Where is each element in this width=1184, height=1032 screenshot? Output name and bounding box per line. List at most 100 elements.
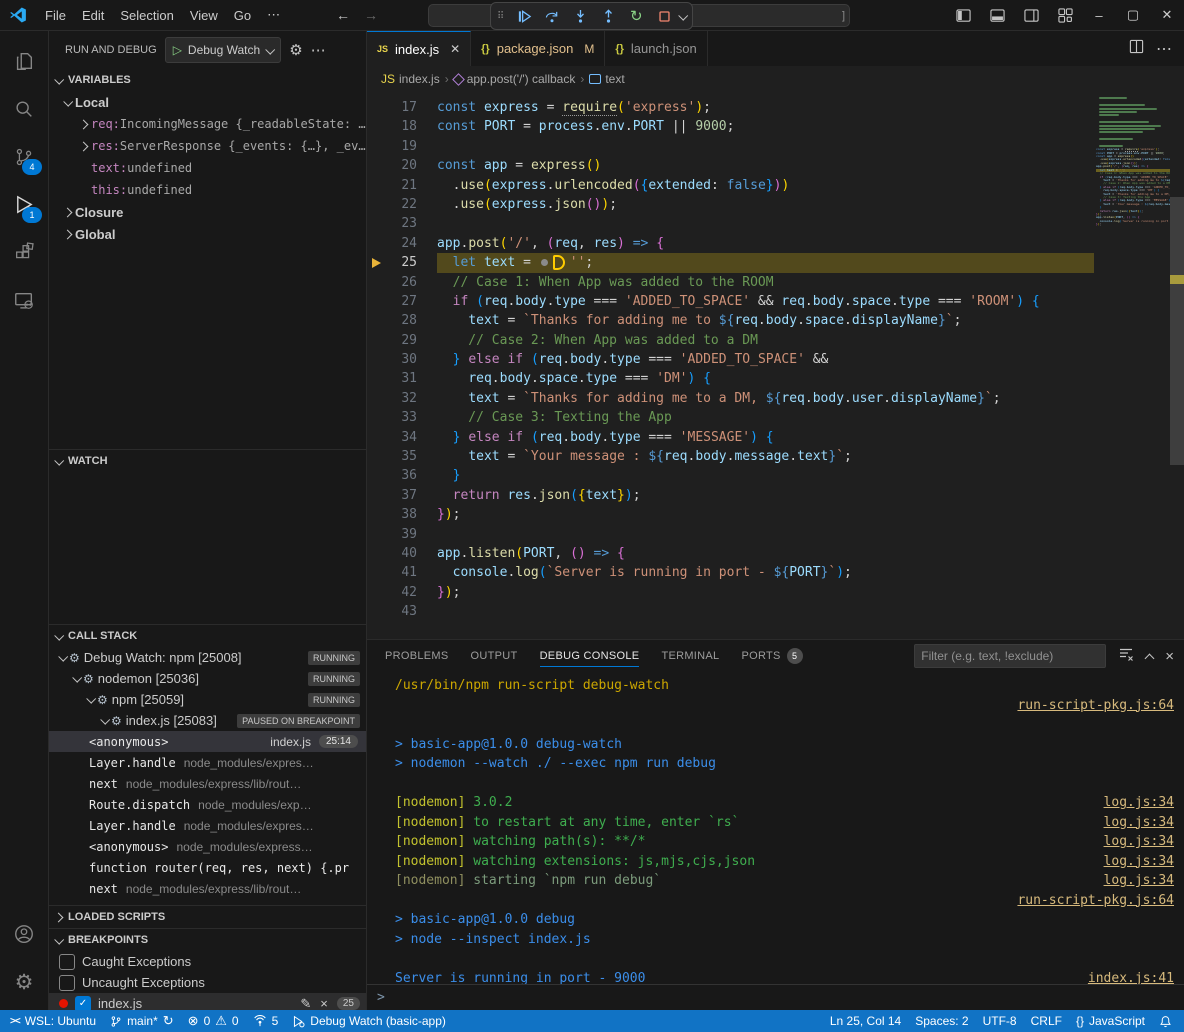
variable-row[interactable]: text: undefined <box>49 157 366 179</box>
toggle-panel-icon[interactable] <box>980 0 1014 30</box>
close-tab-icon[interactable]: ✕ <box>450 42 460 56</box>
console-filter-input[interactable] <box>914 644 1106 668</box>
continue-button[interactable] <box>515 7 533 25</box>
close-button[interactable]: ✕ <box>1150 0 1184 30</box>
debug-session-row[interactable]: ⚙Debug Watch: npm [25008]RUNNING <box>49 647 366 668</box>
code-line[interactable]: 33 // Case 3: Texting the App <box>367 408 1094 427</box>
debug-console-output[interactable]: /usr/bin/npm run-script debug-watchrun-s… <box>367 672 1184 984</box>
sidebar-item-source-control[interactable]: 4 <box>0 133 48 181</box>
debug-session-row[interactable]: ⚙npm [25059]RUNNING <box>49 689 366 710</box>
source-link[interactable]: index.js:41 <box>1088 969 1174 985</box>
breakpoint-gutter[interactable] <box>367 466 385 485</box>
menu-item-file[interactable]: File <box>37 5 74 26</box>
code-line[interactable]: 21 .use(express.urlencoded({extended: fa… <box>367 176 1094 195</box>
debug-session-row[interactable]: ⚙index.js [25083]PAUSED ON BREAKPOINT <box>49 710 366 731</box>
breakpoint-gutter[interactable] <box>367 214 385 233</box>
encoding-status[interactable]: UTF-8 <box>976 1010 1024 1032</box>
breakpoint-checkbox[interactable] <box>59 954 75 970</box>
panel-tab-output[interactable]: OUTPUT <box>471 640 518 672</box>
source-link[interactable]: log.js:34 <box>1104 832 1174 852</box>
code-line[interactable]: 43 <box>367 602 1094 621</box>
source-link[interactable]: run-script-pkg.js:64 <box>1017 891 1174 911</box>
debug-session-status[interactable]: Debug Watch (basic-app) <box>285 1010 453 1032</box>
breakpoint-gutter[interactable] <box>367 408 385 427</box>
variable-row[interactable]: req: IncomingMessage {_readableState: … <box>49 113 366 135</box>
breakpoints-pane-header[interactable]: BREAKPOINTS <box>49 929 366 951</box>
code-line[interactable]: 27 if (req.body.type === 'ADDED_TO_SPACE… <box>367 292 1094 311</box>
breakpoint-row[interactable]: Caught Exceptions <box>49 951 366 972</box>
start-debugging-icon[interactable]: ▷ <box>173 43 182 57</box>
source-link[interactable]: log.js:34 <box>1104 813 1174 833</box>
go-back-icon[interactable]: ← <box>336 7 350 23</box>
variables-pane-header[interactable]: VARIABLES <box>49 69 366 91</box>
breakpoint-gutter[interactable] <box>367 428 385 447</box>
breakpoint-gutter[interactable] <box>367 486 385 505</box>
code-line[interactable]: 30 } else if (req.body.type === 'ADDED_T… <box>367 350 1094 369</box>
code-line[interactable]: 22 .use(express.json()); <box>367 195 1094 214</box>
breakpoint-gutter[interactable] <box>367 583 385 602</box>
tab-index.js[interactable]: JSindex.js✕ <box>367 31 471 66</box>
indentation-status[interactable]: Spaces: 2 <box>908 1010 975 1032</box>
restart-button[interactable]: ↻ <box>627 7 645 25</box>
code-line[interactable]: 28 text = `Thanks for adding me to ${req… <box>367 311 1094 330</box>
editor-scrollbar[interactable] <box>1170 92 1184 639</box>
code-line[interactable]: 31 req.body.space.type === 'DM') { <box>367 369 1094 388</box>
git-branch-status[interactable]: main* ↻ <box>103 1010 181 1032</box>
breakpoint-gutter[interactable] <box>367 544 385 563</box>
panel-tab-ports[interactable]: PORTS5 <box>741 640 802 672</box>
clear-console-icon[interactable] <box>1118 646 1134 667</box>
split-editor-icon[interactable] <box>1129 39 1144 59</box>
maximize-panel-icon[interactable] <box>1145 653 1155 663</box>
variables-scope-row[interactable]: Local <box>49 91 366 113</box>
edit-breakpoint-icon[interactable]: ✎ <box>300 996 311 1011</box>
breakpoint-gutter[interactable] <box>367 156 385 175</box>
tab-launch.json[interactable]: {}launch.json <box>605 31 707 66</box>
variables-scope-row[interactable]: Closure <box>49 201 366 223</box>
step-out-button[interactable] <box>599 7 617 25</box>
call-stack-frame[interactable]: <anonymous>node_modules/express… <box>49 836 366 857</box>
code-line[interactable]: 36 } <box>367 466 1094 485</box>
breadcrumb-item[interactable]: app.post('/') callback <box>454 72 576 86</box>
breakpoint-checkbox[interactable] <box>59 975 75 991</box>
menu-item-view[interactable]: View <box>182 5 226 26</box>
code-line[interactable]: 34 } else if (req.body.type === 'MESSAGE… <box>367 428 1094 447</box>
debug-console-input[interactable]: > <box>367 984 1184 1010</box>
breakpoint-row[interactable]: ✓index.js✎×25 <box>49 993 366 1010</box>
cursor-position[interactable]: Ln 25, Col 14 <box>823 1010 908 1032</box>
notifications-bell[interactable] <box>1152 1010 1184 1032</box>
breakpoint-gutter[interactable] <box>367 505 385 524</box>
call-stack-frame[interactable]: nextnode_modules/express/lib/rout… <box>49 773 366 794</box>
account-icon[interactable] <box>0 910 48 958</box>
stop-button[interactable] <box>655 7 673 25</box>
scrollbar-slider[interactable] <box>1170 197 1184 465</box>
breakpoint-gutter[interactable] <box>367 525 385 544</box>
code-line[interactable]: 37 return res.json({text}); <box>367 486 1094 505</box>
language-mode[interactable]: {}JavaScript <box>1069 1010 1152 1032</box>
breakpoint-gutter[interactable] <box>367 117 385 136</box>
maximize-button[interactable]: ▢ <box>1116 0 1150 30</box>
code-line[interactable]: 19 <box>367 137 1094 156</box>
code-line[interactable]: 40app.listen(PORT, () => { <box>367 544 1094 563</box>
toggle-primary-sidebar-icon[interactable] <box>946 0 980 30</box>
panel-tab-debug-console[interactable]: DEBUG CONSOLE <box>540 640 640 672</box>
breakpoint-gutter[interactable] <box>367 350 385 369</box>
sidebar-item-search[interactable] <box>0 85 48 133</box>
sidebar-item-explorer[interactable] <box>0 37 48 85</box>
call-stack-frame[interactable]: Layer.handlenode_modules/expres… <box>49 815 366 836</box>
debug-settings-gear-icon[interactable]: ⚙ <box>289 41 302 59</box>
menu-item-more[interactable]: ⋯ <box>259 4 288 26</box>
settings-gear-icon[interactable]: ⚙ <box>0 958 48 1006</box>
breakpoint-gutter[interactable] <box>367 253 385 272</box>
sidebar-item-extensions[interactable] <box>0 229 48 277</box>
breadcrumb-item[interactable]: JSindex.js <box>381 72 440 86</box>
code-line[interactable]: 17const express = require('express'); <box>367 98 1094 117</box>
toggle-secondary-sidebar-icon[interactable] <box>1014 0 1048 30</box>
breakpoint-gutter[interactable] <box>367 447 385 466</box>
tab-package.json[interactable]: {}package.jsonM <box>471 31 605 66</box>
code-line[interactable]: 32 text = `Thanks for adding me to a DM,… <box>367 389 1094 408</box>
breakpoint-gutter[interactable] <box>367 273 385 292</box>
code-line[interactable]: 18const PORT = process.env.PORT || 9000; <box>367 117 1094 136</box>
code-line[interactable]: 42}); <box>367 583 1094 602</box>
breakpoint-gutter[interactable] <box>367 98 385 117</box>
code-line[interactable]: 24app.post('/', (req, res) => { <box>367 234 1094 253</box>
